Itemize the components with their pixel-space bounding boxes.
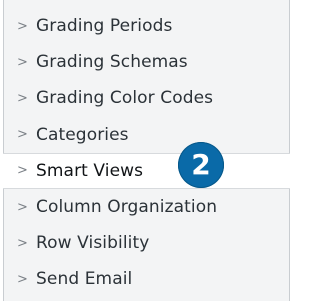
menu-item-label: Row Visibility	[36, 233, 150, 254]
menu-item-label: Send Email	[36, 269, 133, 290]
chevron-right-icon: >	[17, 235, 28, 251]
menu-item-label: Grading Periods	[36, 16, 173, 37]
settings-menu: > Grading Periods > Grading Schemas > Gr…	[3, 8, 290, 298]
step-number-badge: 2	[178, 142, 224, 188]
menu-item-row-visibility[interactable]: > Row Visibility	[4, 225, 289, 261]
menu-item-label: Grading Schemas	[36, 52, 188, 73]
chevron-right-icon: >	[17, 199, 28, 215]
menu-item-column-organization[interactable]: > Column Organization	[4, 189, 289, 225]
chevron-right-icon: >	[17, 127, 28, 143]
menu-item-grading-schemas[interactable]: > Grading Schemas	[4, 44, 289, 80]
chevron-right-icon: >	[17, 18, 28, 34]
chevron-right-icon: >	[17, 90, 28, 106]
chevron-right-icon: >	[17, 54, 28, 70]
screenshot-frame: > Grading Periods > Grading Schemas > Gr…	[0, 0, 291, 301]
menu-item-label: Column Organization	[36, 197, 218, 218]
chevron-right-icon: >	[17, 271, 28, 287]
menu-item-label: Smart Views	[36, 160, 144, 181]
settings-sidebar: > Grading Periods > Grading Schemas > Gr…	[3, 0, 290, 301]
menu-item-grading-periods[interactable]: > Grading Periods	[4, 8, 289, 44]
menu-item-smart-views[interactable]: > Smart Views	[3, 152, 290, 189]
menu-item-label: Grading Color Codes	[36, 88, 214, 109]
menu-item-categories[interactable]: > Categories	[4, 117, 289, 153]
menu-item-grading-color-codes[interactable]: > Grading Color Codes	[4, 80, 289, 116]
menu-item-label: Categories	[36, 124, 129, 145]
chevron-right-icon: >	[17, 163, 28, 179]
menu-item-send-email[interactable]: > Send Email	[4, 261, 289, 297]
